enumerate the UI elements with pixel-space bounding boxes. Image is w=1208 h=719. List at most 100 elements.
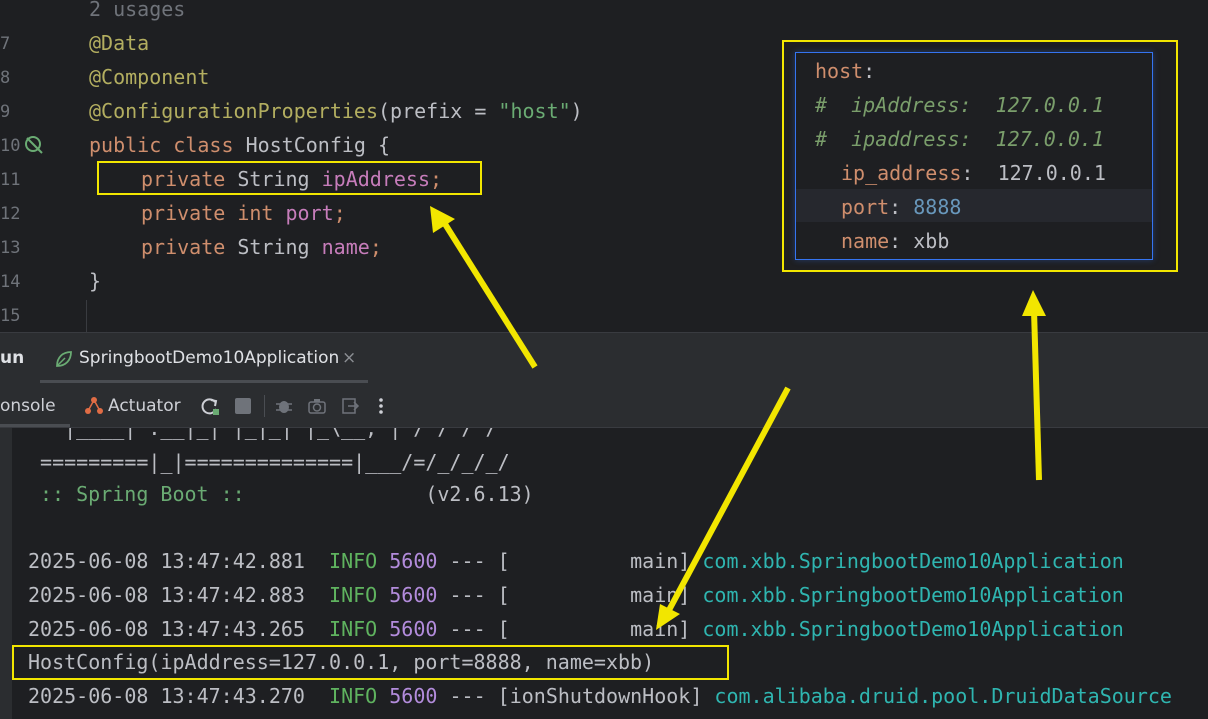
code-string: "host" xyxy=(498,99,571,123)
log-timestamp: 2025-06-08 13:47:42.881 xyxy=(28,549,305,573)
log-level: INFO xyxy=(329,617,378,641)
log-timestamp: 2025-06-08 13:47:43.270 xyxy=(28,684,305,708)
yaml-port[interactable]: port: 8888 xyxy=(841,195,961,219)
spring-boot-label: :: Spring Boot :: xyxy=(40,482,245,506)
yaml-comment-1[interactable]: # ipAddress: 127.0.0.1 xyxy=(815,93,1104,117)
stop-icon[interactable] xyxy=(235,398,251,414)
log-pid: 5600 xyxy=(389,617,438,641)
log-line: 2025-06-08 13:47:43.270 INFO 5600 --- [i… xyxy=(28,684,1172,708)
code-annotation-data[interactable]: @Data xyxy=(89,31,149,55)
line-number: 12 xyxy=(0,204,21,224)
yaml-value: 8888 xyxy=(913,195,962,219)
exit-icon[interactable] xyxy=(340,396,360,416)
code-keyword: private xyxy=(141,235,226,259)
spring-leaf-icon xyxy=(56,351,72,367)
yaml-name[interactable]: name: xbb xyxy=(841,229,949,253)
code-line-configuration-properties[interactable]: @ConfigurationProperties(prefix = "host"… xyxy=(89,99,583,123)
log-timestamp: 2025-06-08 13:47:43.265 xyxy=(28,617,305,641)
line-number: 14 xyxy=(0,272,21,292)
run-panel-label[interactable]: un xyxy=(0,348,24,368)
log-level: INFO xyxy=(329,684,378,708)
log-separator: --- [ xyxy=(449,684,510,708)
code-keyword: int xyxy=(237,201,274,225)
line-number: 13 xyxy=(0,238,21,258)
more-vertical-icon[interactable] xyxy=(375,396,387,416)
log-separator: --- [ xyxy=(449,617,510,641)
log-line: 2025-06-08 13:47:42.881 INFO 5600 --- [ … xyxy=(28,549,1124,573)
bean-gutter-icon[interactable] xyxy=(23,134,45,156)
yaml-token: : xyxy=(889,195,902,219)
yaml-root-key[interactable]: host: xyxy=(815,59,875,83)
output-highlight-box xyxy=(12,645,729,680)
spring-boot-version-line: :: Spring Boot :: (v2.6.13) xyxy=(40,482,534,506)
code-token: ; xyxy=(333,201,346,225)
log-thread: main] xyxy=(630,617,691,641)
log-pid: 5600 xyxy=(389,583,438,607)
run-tab-title: SpringbootDemo10Application xyxy=(79,348,340,368)
yaml-comment-2[interactable]: # ipaddress: 127.0.0.1 xyxy=(815,127,1104,151)
yaml-key: name xyxy=(841,229,890,253)
spring-boot-version: (v2.6.13) xyxy=(425,482,534,506)
code-field: port xyxy=(285,201,334,225)
rerun-icon[interactable] xyxy=(200,396,220,416)
line-number: 9 xyxy=(0,102,11,122)
code-line-field-name[interactable]: private String name; xyxy=(141,235,382,259)
log-thread: main] xyxy=(630,583,691,607)
usages-hint[interactable]: 2 usages xyxy=(89,0,185,21)
run-tool-window-header: un SpringbootDemo10Application × xyxy=(0,332,1208,383)
yaml-comment-text: ipaddress: 127.0.0.1 xyxy=(851,127,1105,151)
code-token: ; xyxy=(369,235,382,259)
code-keyword: class xyxy=(173,133,234,157)
actuator-tab[interactable]: Actuator xyxy=(108,396,181,416)
debug-icon[interactable] xyxy=(274,396,294,416)
run-toolbar: onsole Actuator xyxy=(0,383,1208,428)
code-token: ) xyxy=(570,99,583,123)
log-class: com.xbb.SpringbootDemo10Application xyxy=(702,617,1124,641)
yaml-value: 127.0.0.1 xyxy=(997,161,1106,185)
close-icon[interactable]: × xyxy=(342,348,356,368)
code-class-name: HostConfig xyxy=(245,133,366,157)
log-pid: 5600 xyxy=(389,684,438,708)
console-tab-underline xyxy=(0,424,70,427)
actuator-icon xyxy=(85,397,103,414)
log-thread: ionShutdownHook] xyxy=(509,684,703,708)
yaml-comment-hash: # xyxy=(815,127,828,151)
log-class: com.xbb.SpringbootDemo10Application xyxy=(702,549,1124,573)
log-class: com.xbb.SpringbootDemo10Application xyxy=(702,583,1124,607)
yaml-ip-address[interactable]: ip_address: 127.0.0.1 xyxy=(841,161,1106,185)
console-gutter xyxy=(0,428,12,719)
log-level: INFO xyxy=(329,549,378,573)
code-line-field-port[interactable]: private int port; xyxy=(141,201,346,225)
yaml-key: host xyxy=(815,59,864,83)
line-number: 8 xyxy=(0,68,11,88)
log-thread: main] xyxy=(630,549,691,573)
yaml-token: : xyxy=(961,161,974,185)
log-line: 2025-06-08 13:47:43.265 INFO 5600 --- [ … xyxy=(28,617,1124,641)
log-separator: --- [ xyxy=(449,549,510,573)
run-tab[interactable]: SpringbootDemo10Application × xyxy=(40,333,368,383)
toolbar-separator xyxy=(264,395,265,417)
log-pid: 5600 xyxy=(389,549,438,573)
line-number: 7 xyxy=(0,34,11,54)
spring-banner-line: |____| .__|_| |_|_| |_\__, | / / / / xyxy=(40,428,498,440)
line-number: 15 xyxy=(0,306,21,326)
code-token: { xyxy=(378,133,391,157)
ipaddress-highlight-box xyxy=(97,161,482,195)
code-type: String xyxy=(237,235,310,259)
log-class: com.alibaba.druid.pool.DruidDataSource xyxy=(714,684,1172,708)
yaml-key: ip_address xyxy=(841,161,962,185)
code-line-close[interactable]: } xyxy=(89,269,101,293)
code-field: name xyxy=(321,235,370,259)
console-tab[interactable]: onsole xyxy=(0,396,56,416)
indent-guide xyxy=(86,300,87,332)
line-number: 10 xyxy=(0,136,21,156)
code-annotation-component[interactable]: @Component xyxy=(89,65,209,89)
log-timestamp: 2025-06-08 13:47:42.883 xyxy=(28,583,305,607)
log-level: INFO xyxy=(329,583,378,607)
camera-icon[interactable] xyxy=(307,396,327,416)
log-line: 2025-06-08 13:47:42.883 INFO 5600 --- [ … xyxy=(28,583,1124,607)
code-line-class-decl[interactable]: public class HostConfig { xyxy=(89,133,390,157)
yaml-comment-text: ipAddress: 127.0.0.1 xyxy=(851,93,1105,117)
line-number: 11 xyxy=(0,170,21,190)
log-separator: --- [ xyxy=(449,583,510,607)
